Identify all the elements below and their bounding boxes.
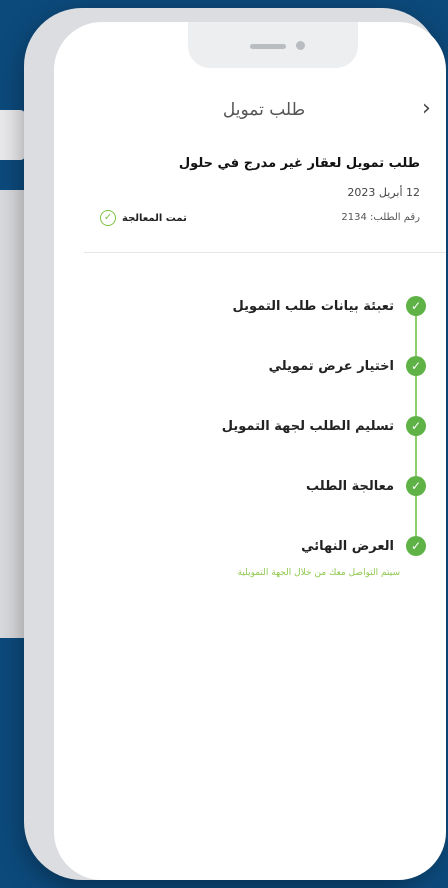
check-icon: ✓ bbox=[406, 356, 426, 376]
step-label: تسليم الطلب لجهة التمويل bbox=[221, 418, 394, 434]
back-button[interactable]: › bbox=[422, 96, 431, 121]
speaker-icon bbox=[250, 44, 286, 49]
check-icon: ✓ bbox=[406, 416, 426, 436]
check-icon: ✓ bbox=[406, 296, 426, 316]
status-badge: تمت المعالجة ✓ bbox=[100, 210, 187, 226]
check-icon: ✓ bbox=[406, 536, 426, 556]
phone-screen: طلب تمويل › طلب تمويل لعقار غير مدرج في … bbox=[54, 22, 446, 880]
page-title: طلب تمويل bbox=[222, 100, 306, 120]
camera-icon bbox=[296, 41, 305, 50]
timeline-step: ✓ العرض النهائي bbox=[86, 536, 426, 556]
check-circle-icon: ✓ bbox=[100, 210, 116, 226]
request-number: رقم الطلب: 2134 bbox=[341, 212, 420, 223]
timeline-step: ✓ اختيار عرض تمويلي bbox=[86, 356, 426, 376]
timeline-step: ✓ معالجة الطلب bbox=[86, 476, 426, 496]
timeline-connector bbox=[415, 316, 417, 356]
background-panel-top bbox=[0, 110, 26, 160]
timeline-step: ✓ تسليم الطلب لجهة التمويل bbox=[86, 416, 426, 436]
step-label: العرض النهائي bbox=[301, 538, 394, 554]
timeline-step: ✓ تعبئة بيانات طلب التمويل bbox=[86, 296, 426, 316]
timeline-connector bbox=[415, 376, 417, 416]
divider bbox=[84, 252, 446, 253]
phone-frame: طلب تمويل › طلب تمويل لعقار غير مدرج في … bbox=[24, 8, 446, 880]
phone-notch bbox=[188, 22, 358, 68]
timeline-connector bbox=[415, 436, 417, 476]
status-text: تمت المعالجة bbox=[122, 212, 187, 224]
step-label: معالجة الطلب bbox=[306, 478, 394, 494]
request-title: طلب تمويل لعقار غير مدرج في حلول bbox=[178, 156, 420, 171]
chevron-right-icon: › bbox=[422, 96, 431, 121]
step-label: تعبئة بيانات طلب التمويل bbox=[232, 298, 395, 314]
step-label: اختيار عرض تمويلي bbox=[268, 358, 394, 374]
final-note: سيتم التواصل معك من خلال الجهة التمويلية bbox=[237, 568, 400, 578]
request-date: 12 أبريل 2023 bbox=[347, 186, 420, 199]
timeline-connector bbox=[415, 496, 417, 536]
check-icon: ✓ bbox=[406, 476, 426, 496]
